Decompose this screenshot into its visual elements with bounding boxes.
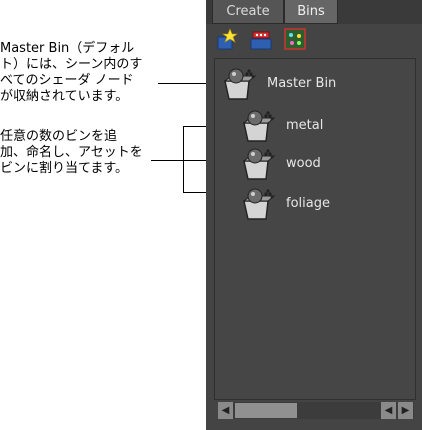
- bin-icon: [242, 110, 276, 142]
- bin-metal[interactable]: metal: [240, 107, 323, 143]
- new-bin-icon[interactable]: [216, 27, 238, 51]
- bin-label: foliage: [286, 195, 330, 211]
- bin-wood[interactable]: wood: [240, 145, 321, 181]
- scroll-left-icon[interactable]: ◀: [218, 402, 233, 419]
- master-bin-callout: Master Bin（デフォル ト）には、シーン内のす べてのシェーダ ノード …: [0, 41, 143, 104]
- bin-options-icon[interactable]: [250, 27, 272, 51]
- bin-label: metal: [286, 117, 324, 133]
- bins-panel: Create Bins Master Bin metal wood foliag…: [206, 0, 422, 430]
- tab-create[interactable]: Create: [212, 0, 284, 24]
- bin-list: Master Bin metal wood foliage: [214, 58, 416, 400]
- bin-label: Master Bin: [267, 75, 337, 91]
- tab-bar: Create Bins: [206, 0, 422, 24]
- bin-icon: [242, 148, 276, 180]
- bin-icon: [242, 188, 276, 220]
- scroll-right-icon[interactable]: ▶: [398, 402, 413, 419]
- bin-icon: [223, 68, 257, 100]
- scrollbar-thumb[interactable]: [235, 403, 297, 418]
- bins-leader-horizontal: [151, 160, 183, 161]
- horizontal-scrollbar[interactable]: ◀ ◀ ▶: [218, 402, 414, 419]
- scroll-left-icon-2[interactable]: ◀: [381, 402, 396, 419]
- bin-master[interactable]: Master Bin: [221, 65, 336, 101]
- bin-label: wood: [286, 155, 321, 171]
- bins-callout: 任意の数のビンを追 加、命名し、アセットを ビンに割り当てます。: [0, 129, 143, 176]
- bin-foliage[interactable]: foliage: [240, 185, 330, 221]
- nodes-icon[interactable]: [284, 27, 306, 51]
- bins-leader-vertical: [183, 126, 184, 192]
- tab-bins[interactable]: Bins: [284, 0, 338, 24]
